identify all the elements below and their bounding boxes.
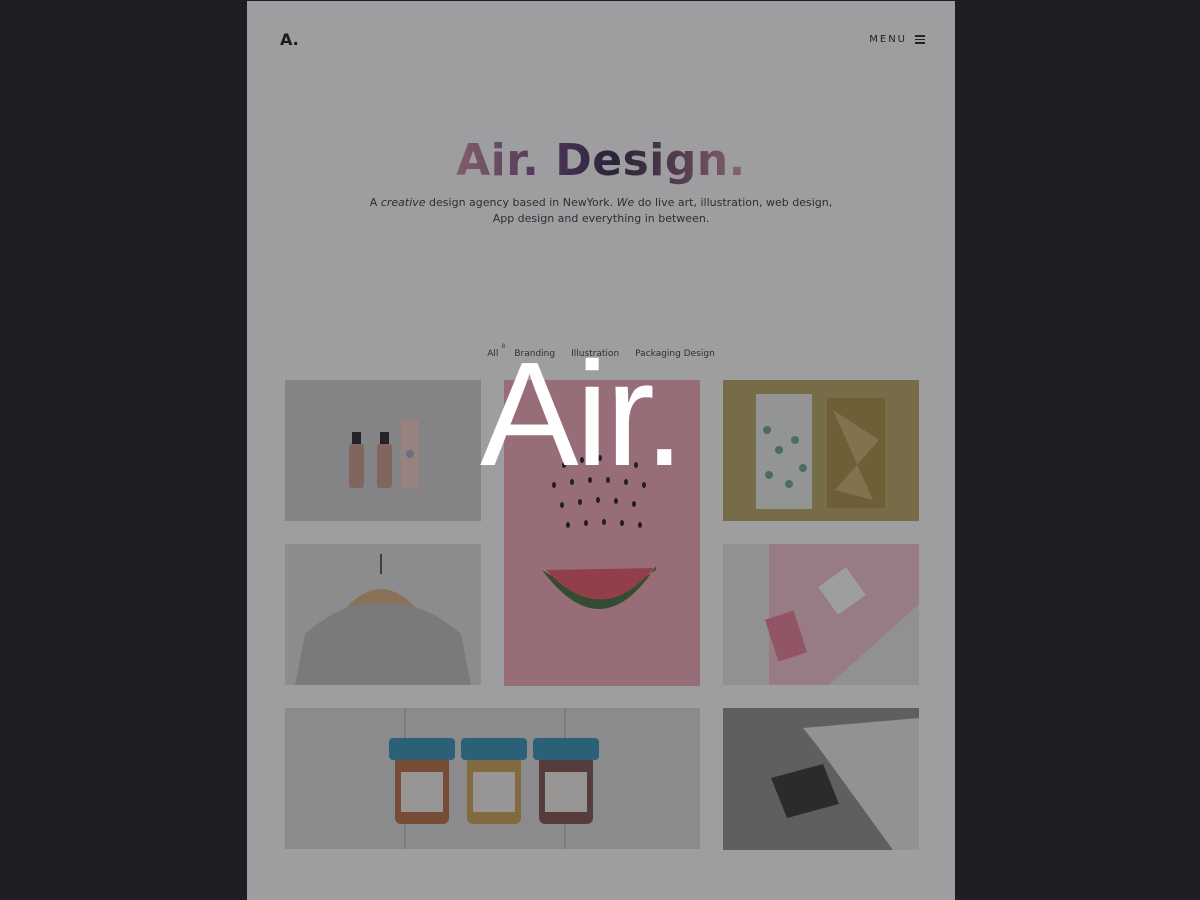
chocolate-packaging-image bbox=[723, 380, 919, 521]
splash-logo: Air. bbox=[480, 332, 685, 497]
portfolio-item-chocolate-packaging[interactable] bbox=[723, 380, 919, 521]
serum-bottles-image bbox=[285, 380, 481, 521]
portfolio-item-business-cards[interactable] bbox=[723, 544, 919, 685]
hero-title: Air. Design. bbox=[456, 131, 746, 191]
portfolio-item-jam-jars[interactable] bbox=[285, 708, 700, 849]
site-logo[interactable]: A. bbox=[280, 30, 299, 49]
device-card-image bbox=[723, 708, 919, 850]
hamburger-icon bbox=[915, 35, 925, 44]
portfolio-item-serum-bottles[interactable] bbox=[285, 380, 481, 521]
menu-label: MENU bbox=[869, 34, 907, 45]
portfolio-item-jacket-hanger[interactable] bbox=[285, 544, 481, 685]
hero-description: A creative design agency based in NewYor… bbox=[369, 196, 833, 225]
header: A. MENU bbox=[247, 1, 955, 81]
hero: Air. Design. A creative design agency ba… bbox=[247, 131, 955, 227]
business-cards-image bbox=[723, 544, 919, 685]
jam-jars-image bbox=[285, 708, 700, 849]
portfolio-item-device-card[interactable] bbox=[723, 708, 919, 850]
jacket-hanger-image bbox=[285, 544, 481, 685]
menu-button[interactable]: MENU bbox=[869, 34, 925, 45]
